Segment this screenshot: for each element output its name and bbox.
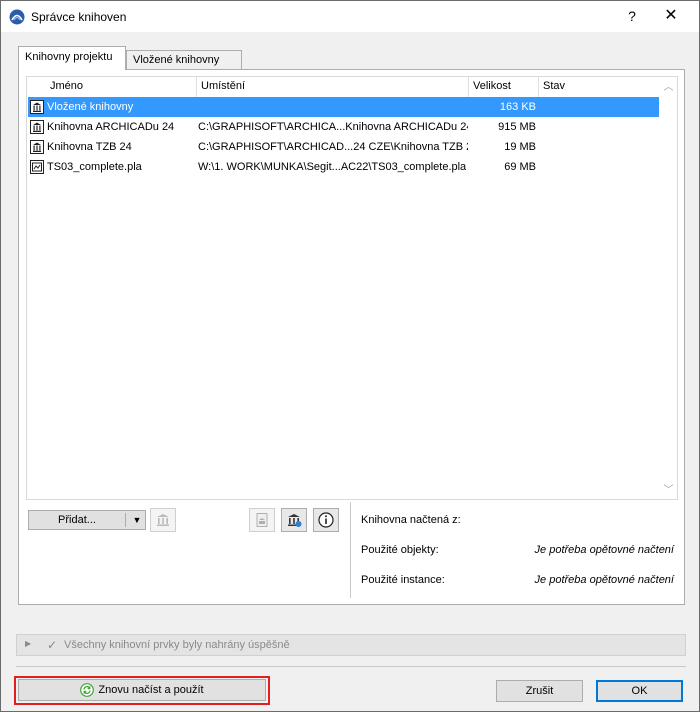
reload-label: Znovu načíst a použít xyxy=(98,684,204,696)
remove-library-icon xyxy=(157,514,169,526)
add-button-divider xyxy=(125,513,126,527)
scroll-down-icon[interactable]: ﹀ xyxy=(660,482,677,499)
library-row-archicad[interactable]: Knihovna ARCHICADu 24 C:\GRAPHISOFT\ARCH… xyxy=(28,117,659,137)
loaded-from-label: Knihovna načtená z: xyxy=(361,514,461,526)
library-icon xyxy=(30,140,44,154)
library-size: 19 MB xyxy=(504,141,536,153)
add-library-label[interactable]: Přidat... xyxy=(29,511,125,529)
archicad-app-icon xyxy=(9,9,25,25)
library-name: Knihovna ARCHICADu 24 xyxy=(47,121,175,133)
column-header-size[interactable]: Velikost xyxy=(469,77,539,97)
library-size: 163 KB xyxy=(499,101,536,113)
help-button[interactable]: ? xyxy=(619,5,645,27)
library-location: C:\GRAPHISOFT\ARCHICAD...24 CZE\Knihovna… xyxy=(198,141,468,153)
library-size: 915 MB xyxy=(498,121,536,133)
tab-embedded-libraries[interactable]: Vložené knihovny xyxy=(126,50,242,70)
library-list[interactable]: Jméno Umístění Velikost Stav Vložené kni… xyxy=(26,76,678,500)
library-file-icon xyxy=(256,513,268,527)
column-header-name[interactable]: Jméno xyxy=(46,77,197,97)
used-instances-label: Použité instance: xyxy=(361,574,445,586)
library-row-embedded[interactable]: Vložené knihovny 163 KB xyxy=(28,97,659,117)
library-name: Knihovna TZB 24 xyxy=(47,141,132,153)
checkmark-icon: ✓ xyxy=(47,638,58,652)
vertical-divider xyxy=(350,502,351,598)
list-header: Jméno Umístění Velikost Stav xyxy=(27,77,660,97)
close-button[interactable]: ✕ xyxy=(651,5,691,27)
cancel-button[interactable]: Zrušit xyxy=(496,680,583,702)
library-refresh-button[interactable] xyxy=(281,508,307,532)
library-name: Vložené knihovny xyxy=(47,101,134,113)
library-refresh-icon xyxy=(288,514,302,527)
tab-panel: Jméno Umístění Velikost Stav Vložené kni… xyxy=(18,69,685,605)
tab-project-libraries[interactable]: Knihovny projektu xyxy=(18,46,126,70)
expand-arrow-icon[interactable]: ▶ xyxy=(25,639,31,648)
reload-and-apply-button[interactable]: Znovu načíst a použít xyxy=(18,679,266,701)
library-location: C:\GRAPHISOFT\ARCHICA...Knihovna ARCHICA… xyxy=(198,121,468,133)
status-bar[interactable]: ▶ ✓ Všechny knihovní prvky byly nahrány … xyxy=(16,634,686,656)
status-text: Všechny knihovní prvky byly nahrány úspě… xyxy=(64,639,290,651)
chevron-down-icon[interactable]: ▼ xyxy=(129,511,145,529)
pla-file-icon xyxy=(30,160,44,174)
info-icon xyxy=(318,512,334,528)
ok-button[interactable]: OK xyxy=(596,680,683,702)
library-row-pla[interactable]: TS03_complete.pla W:\1. WORK\MUNKA\Segit… xyxy=(28,157,659,177)
column-header-location[interactable]: Umístění xyxy=(197,77,469,97)
reload-icon xyxy=(80,683,95,697)
library-manager-dialog: Správce knihoven ? ✕ Knihovny projektu V… xyxy=(0,0,700,712)
used-objects-label: Použité objekty: xyxy=(361,544,439,556)
used-instances-value: Je potřeba opětovné načtení xyxy=(534,574,674,586)
info-button[interactable] xyxy=(313,508,339,532)
list-scrollbar[interactable]: ︿ ﹀ xyxy=(660,77,677,499)
window-title: Správce knihoven xyxy=(31,10,127,24)
footer-divider xyxy=(16,666,686,667)
library-name: TS03_complete.pla xyxy=(47,161,142,173)
remove-library-button[interactable] xyxy=(150,508,176,532)
library-size: 69 MB xyxy=(504,161,536,173)
library-file-button[interactable] xyxy=(249,508,275,532)
scroll-up-icon[interactable]: ︿ xyxy=(660,79,677,96)
used-objects-value: Je potřeba opětovné načtení xyxy=(534,544,674,556)
title-bar: Správce knihoven ? ✕ xyxy=(1,1,699,32)
add-library-button[interactable]: Přidat... ▼ xyxy=(28,510,146,530)
embedded-library-icon xyxy=(30,100,44,114)
library-icon xyxy=(30,120,44,134)
library-row-tzb[interactable]: Knihovna TZB 24 C:\GRAPHISOFT\ARCHICAD..… xyxy=(28,137,659,157)
library-location: W:\1. WORK\MUNKA\Segit...AC22\TS03_compl… xyxy=(198,161,467,173)
column-header-state[interactable]: Stav xyxy=(539,77,660,97)
